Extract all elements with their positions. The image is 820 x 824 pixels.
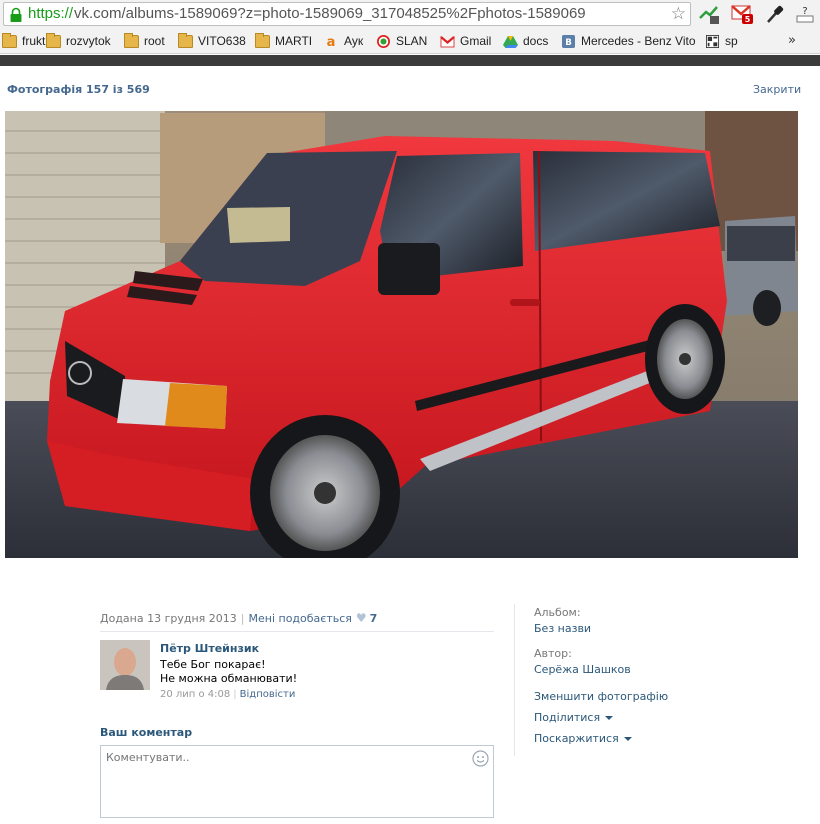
shrink-photo-link[interactable]: Зменшити фотографію (534, 690, 668, 703)
bookmark-sp[interactable]: sp (705, 33, 738, 49)
bookmark-docs[interactable]: docs (503, 33, 548, 49)
bookmark-gmail[interactable]: Gmail (440, 33, 491, 49)
photo-meta: Додана 13 грудня 2013 | Мені подобається ♥ 7 (100, 611, 377, 625)
column-divider (514, 604, 515, 756)
bookmarks-overflow-button[interactable]: » (788, 33, 796, 48)
svg-text:a: a (327, 35, 336, 48)
close-link[interactable]: Закрити (753, 83, 801, 96)
url-scheme: https:// (28, 5, 74, 22)
chevron-down-icon (605, 716, 614, 720)
separator: | (240, 612, 245, 625)
folder-icon (255, 32, 270, 48)
chart-extension-icon[interactable] (698, 4, 720, 24)
gmail-extension-icon[interactable]: 5 (731, 4, 753, 24)
folder-icon (2, 32, 17, 48)
grid-icon (706, 34, 719, 48)
comment-text-line-2: Не можна обманювати! (160, 672, 298, 685)
folder-icon (124, 32, 139, 48)
like-link[interactable]: Мені подобається (249, 612, 352, 625)
address-bar-area: https:// vk.com/albums-1589069?z=photo-1… (0, 0, 820, 28)
lock-icon (10, 7, 22, 22)
separator: | (233, 689, 237, 700)
url-text: vk.com/albums-1589069?z=photo-1589069_31… (74, 5, 586, 22)
author-label: Автор: (534, 647, 572, 660)
comment-text-line-1: Тебе Бог покарає! (160, 658, 266, 671)
svg-text:B: B (565, 37, 572, 47)
folder-icon (46, 32, 61, 48)
bookmark-auk[interactable]: a Аук (324, 33, 364, 49)
report-label: Поскаржитися (534, 732, 619, 745)
bookmark-marti[interactable]: MARTI (255, 32, 312, 49)
bookmark-frukt[interactable]: frukt (2, 32, 45, 49)
avatar-image (100, 640, 150, 690)
divider (100, 631, 494, 632)
folder-icon (178, 32, 193, 48)
heart-icon[interactable]: ♥ (356, 611, 367, 625)
gmail-icon (440, 35, 455, 47)
bookmark-star-icon[interactable]: ☆ (671, 5, 686, 23)
avatar[interactable] (100, 640, 150, 690)
share-dropdown[interactable]: Поділитися (534, 711, 614, 724)
bookmarks-bar: frukt rozvytok root VITO638 MARTI a Аук … (0, 28, 820, 54)
comment-meta: 20 лип о 4:08 | Відповісти (160, 689, 295, 700)
slan-icon (377, 34, 390, 48)
comment-date[interactable]: 20 лип о 4:08 (160, 689, 230, 700)
amazon-icon: a (327, 35, 336, 48)
like-count[interactable]: 7 (370, 612, 378, 625)
vk-icon: B (562, 34, 575, 48)
your-comment-title: Ваш коментар (100, 726, 193, 739)
url-field[interactable]: https:// vk.com/albums-1589069?z=photo-1… (3, 2, 691, 26)
help-label: ? (802, 6, 807, 17)
added-date: Додана 13 грудня 2013 (100, 612, 237, 625)
gmail-badge: 5 (745, 15, 751, 24)
bookmark-vito638[interactable]: VITO638 (178, 32, 246, 49)
chevron-down-icon (623, 737, 632, 741)
bookmark-root[interactable]: root (124, 32, 165, 49)
comment-author[interactable]: Пётр Штейнзик (160, 642, 259, 655)
report-dropdown[interactable]: Поскаржитися (534, 732, 632, 745)
author-link[interactable]: Серёжа Шашков (534, 663, 631, 676)
comment-box[interactable] (100, 745, 494, 818)
scrollbar[interactable] (800, 66, 820, 824)
bookmark-mercedes-vito[interactable]: B Mercedes - Benz Vito (561, 33, 696, 49)
bookmark-slan[interactable]: SLAN (376, 33, 427, 49)
page-backdrop-strip (0, 55, 820, 66)
smile-icon[interactable] (472, 750, 489, 767)
eyedropper-icon[interactable] (764, 4, 786, 24)
help-extension-icon[interactable]: ? (795, 4, 817, 24)
photo-counter: Фотографія 157 із 569 (7, 83, 150, 96)
share-label: Поділитися (534, 711, 601, 724)
reply-link[interactable]: Відповісти (240, 689, 296, 700)
bookmark-rozvytok[interactable]: rozvytok (46, 32, 111, 49)
album-link[interactable]: Без назви (534, 622, 591, 635)
photo-red-van[interactable] (5, 111, 798, 558)
album-label: Альбом: (534, 606, 581, 619)
comment-input[interactable] (106, 751, 466, 764)
drive-icon (503, 35, 518, 48)
